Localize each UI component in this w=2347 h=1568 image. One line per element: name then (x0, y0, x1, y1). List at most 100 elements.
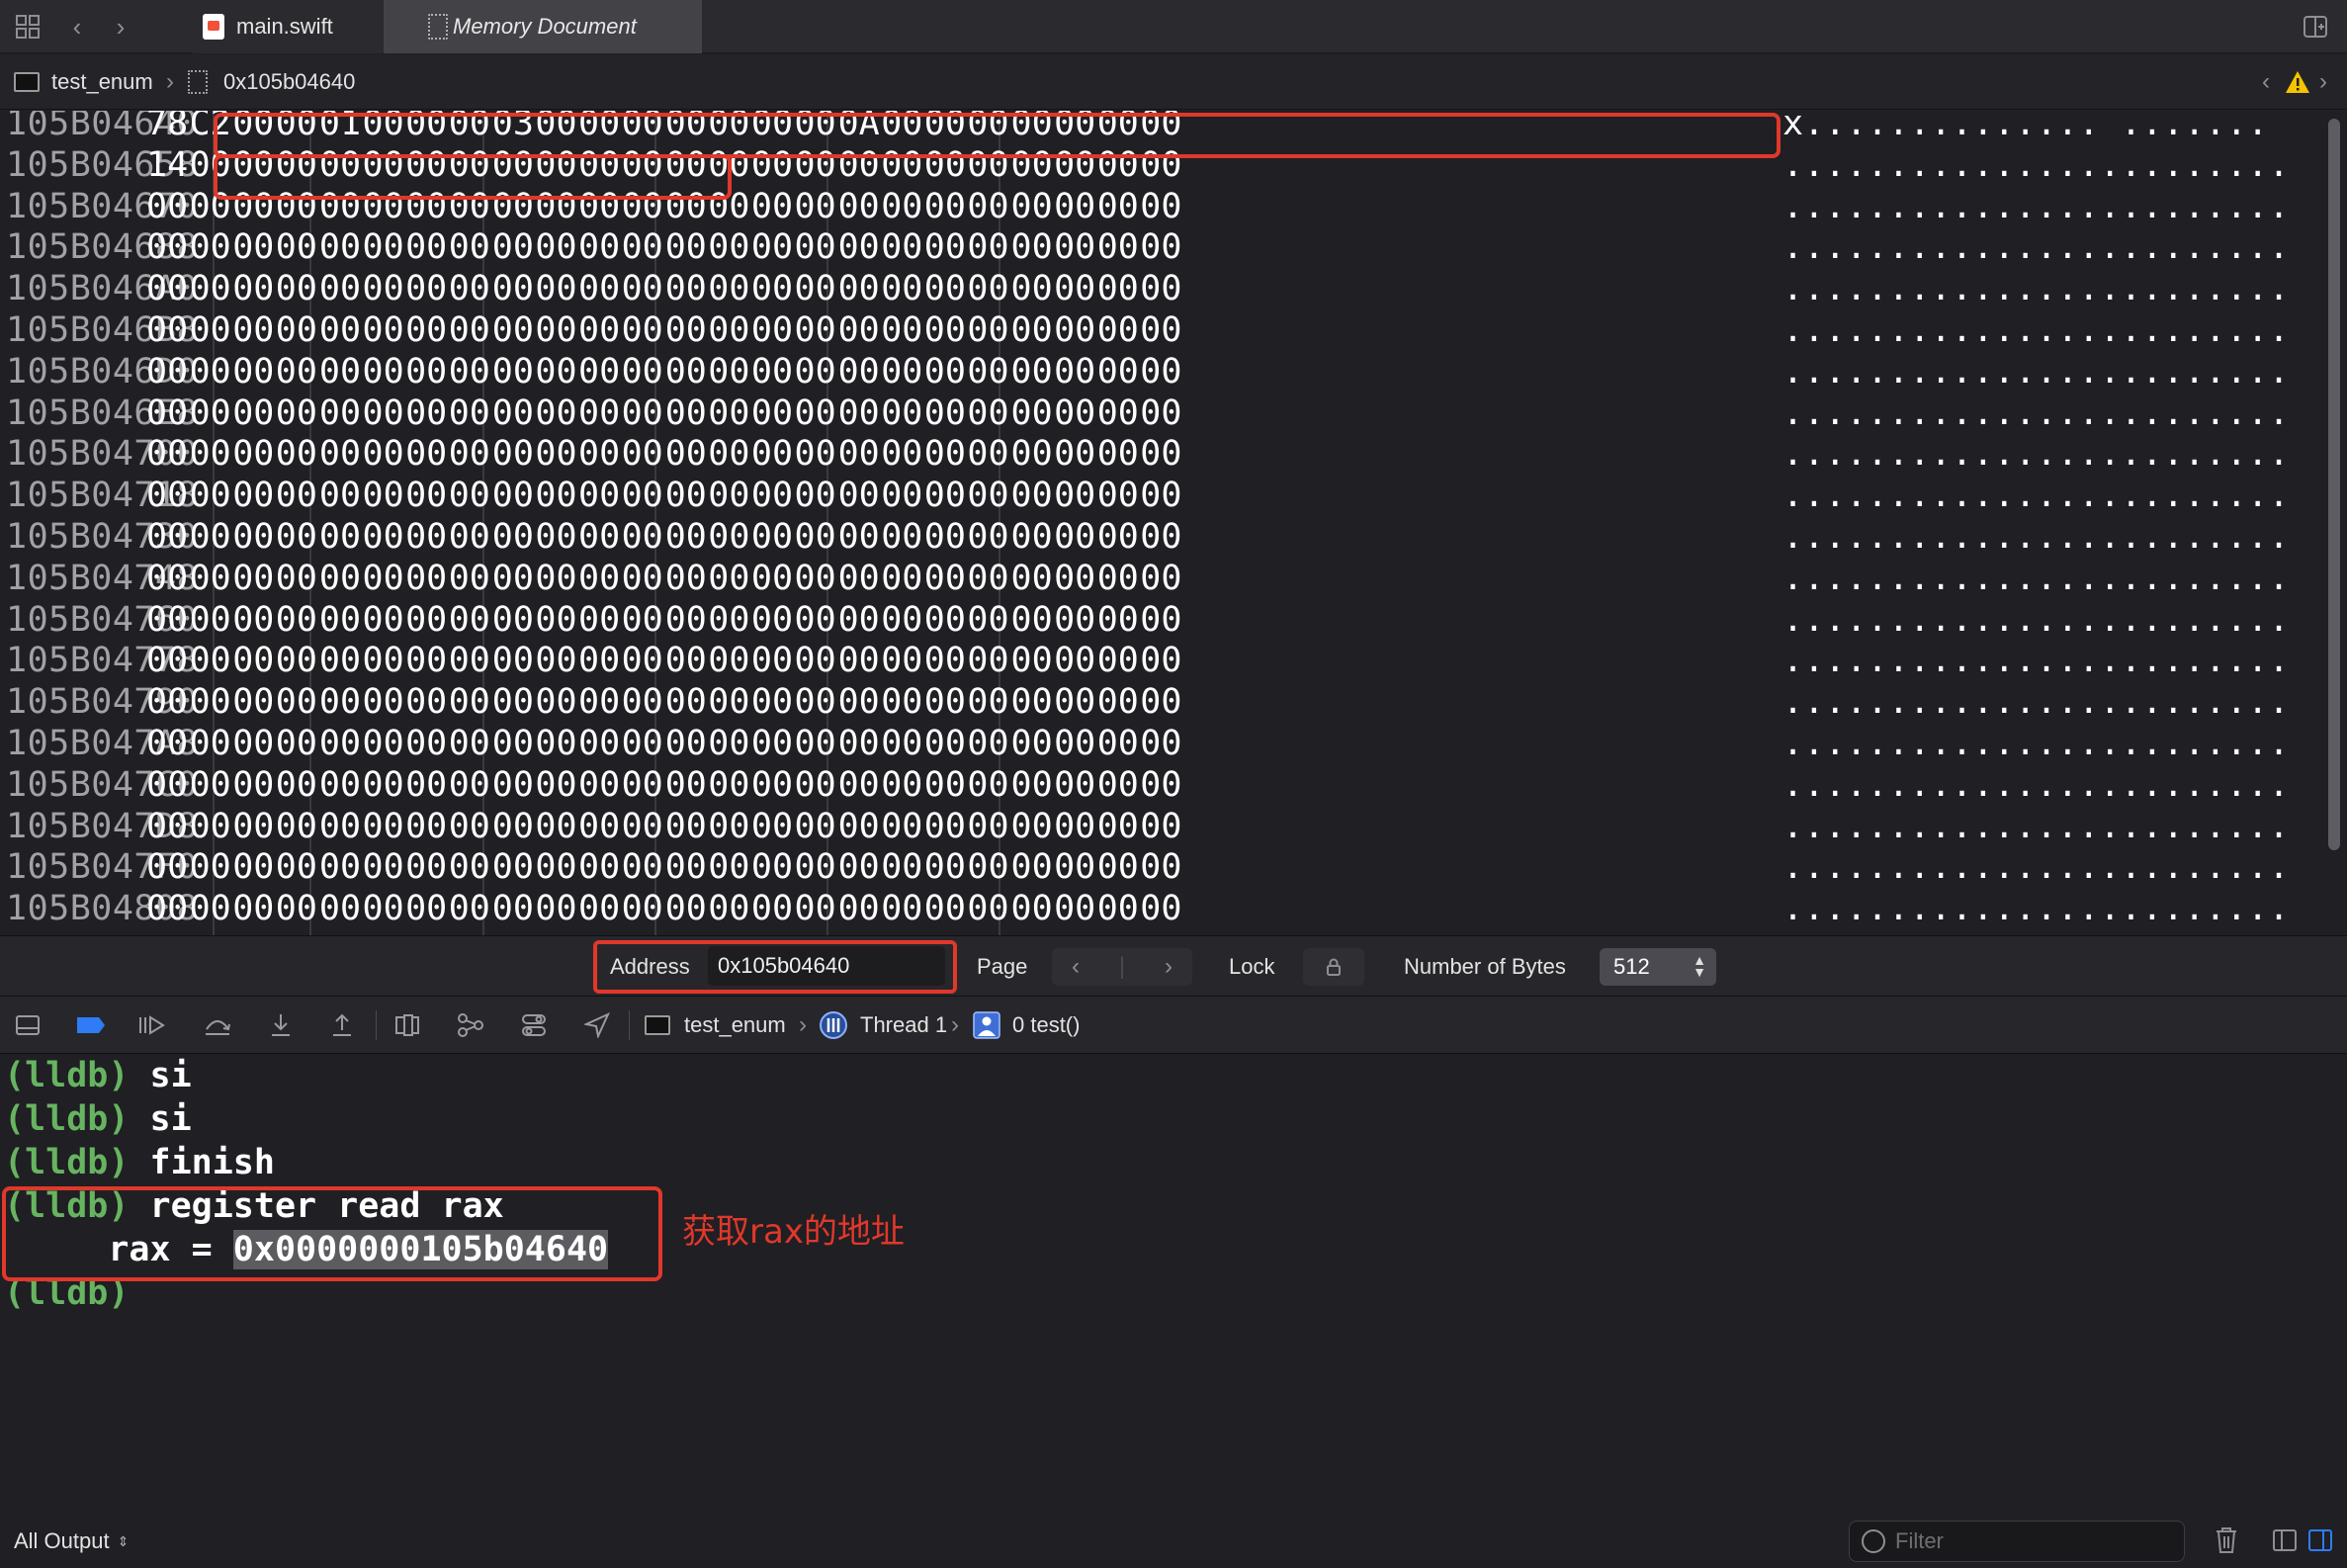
hex-byte[interactable]: 00 (449, 846, 494, 888)
hex-byte[interactable]: 00 (492, 516, 538, 558)
hex-byte[interactable]: 00 (881, 558, 926, 599)
grid-icon[interactable] (8, 0, 47, 53)
hex-byte[interactable]: 00 (795, 226, 840, 268)
hex-byte[interactable]: 00 (795, 186, 840, 227)
hex-byte[interactable]: 00 (838, 888, 884, 929)
hex-byte[interactable]: 00 (190, 516, 235, 558)
hex-byte[interactable]: 00 (492, 226, 538, 268)
hex-byte[interactable]: 78 (146, 111, 192, 144)
hex-byte[interactable]: 00 (405, 599, 451, 641)
hex-byte[interactable]: 00 (1011, 186, 1057, 227)
hex-byte[interactable]: 00 (190, 226, 235, 268)
hex-byte[interactable]: 00 (1140, 764, 1185, 806)
hex-byte[interactable]: 00 (492, 846, 538, 888)
lock-button[interactable] (1303, 948, 1364, 986)
hex-byte[interactable]: 00 (578, 268, 624, 309)
hex-byte[interactable]: 00 (1011, 806, 1057, 847)
hex-byte[interactable]: 00 (319, 723, 365, 764)
hex-row-ascii[interactable]: ........................ (1782, 599, 2290, 641)
hex-byte[interactable]: 00 (276, 681, 321, 723)
hex-byte[interactable]: 00 (449, 888, 494, 929)
hex-row-ascii[interactable]: ........................ (1782, 186, 2290, 227)
step-into-icon[interactable] (261, 997, 301, 1054)
hex-byte[interactable]: 00 (1011, 888, 1057, 929)
hex-byte[interactable]: 00 (665, 806, 711, 847)
hex-byte[interactable]: 00 (1097, 640, 1143, 681)
jump-bar-document[interactable]: 0x105b04640 (188, 54, 355, 110)
hex-byte[interactable]: 00 (1097, 764, 1143, 806)
hex-byte[interactable]: 00 (1054, 392, 1099, 434)
hex-row-ascii[interactable]: ........................ (1782, 268, 2290, 309)
hex-row-ascii[interactable]: ........................ (1782, 640, 2290, 681)
hex-byte[interactable]: 00 (276, 475, 321, 516)
hex-byte[interactable]: 00 (146, 475, 192, 516)
hex-byte[interactable]: 14 (146, 144, 192, 186)
hex-byte[interactable]: 00 (319, 392, 365, 434)
hex-byte[interactable]: 00 (924, 226, 970, 268)
hex-byte[interactable]: 00 (232, 351, 278, 392)
hex-byte[interactable]: 00 (967, 846, 1012, 888)
hex-byte[interactable]: 00 (190, 351, 235, 392)
hex-byte[interactable]: 00 (535, 226, 580, 268)
hex-byte[interactable]: 00 (319, 475, 365, 516)
hex-byte[interactable]: 00 (838, 268, 884, 309)
hex-byte[interactable]: 00 (405, 268, 451, 309)
hex-byte[interactable]: 00 (319, 433, 365, 475)
hex-byte[interactable]: 00 (405, 433, 451, 475)
hex-byte[interactable]: 00 (1054, 433, 1099, 475)
hex-byte[interactable]: 00 (190, 309, 235, 351)
hex-byte[interactable]: 00 (146, 888, 192, 929)
hex-byte[interactable]: 00 (665, 351, 711, 392)
hex-byte[interactable]: 00 (708, 516, 753, 558)
hex-byte[interactable]: 00 (838, 475, 884, 516)
hex-byte[interactable]: 00 (535, 268, 580, 309)
hex-byte[interactable]: 00 (967, 806, 1012, 847)
hex-byte[interactable]: 00 (924, 558, 970, 599)
next-issue-icon[interactable]: › (2319, 54, 2327, 110)
hex-byte[interactable]: 00 (1140, 351, 1185, 392)
hex-byte[interactable]: 00 (751, 599, 797, 641)
memory-graph-icon[interactable] (451, 997, 490, 1054)
hex-byte[interactable]: 00 (967, 268, 1012, 309)
hex-byte[interactable]: 00 (146, 351, 192, 392)
hex-byte[interactable]: 00 (1011, 640, 1057, 681)
hex-byte[interactable]: 00 (1011, 226, 1057, 268)
hex-byte[interactable]: 00 (1097, 723, 1143, 764)
hex-byte[interactable]: 00 (708, 640, 753, 681)
hex-byte[interactable]: 00 (622, 888, 667, 929)
hex-byte[interactable]: 00 (1011, 392, 1057, 434)
hex-byte[interactable]: 00 (535, 723, 580, 764)
hex-byte[interactable]: 00 (319, 888, 365, 929)
hex-byte[interactable]: 00 (146, 268, 192, 309)
hex-byte[interactable]: 00 (319, 226, 365, 268)
hex-byte[interactable]: 00 (622, 558, 667, 599)
hex-byte[interactable]: 00 (535, 681, 580, 723)
hex-byte[interactable]: 00 (838, 309, 884, 351)
hex-byte[interactable]: 00 (967, 226, 1012, 268)
hex-byte[interactable]: 00 (708, 723, 753, 764)
hex-byte[interactable]: 00 (232, 806, 278, 847)
hex-byte[interactable]: 00 (578, 351, 624, 392)
hex-byte[interactable]: 00 (232, 764, 278, 806)
hex-byte[interactable]: 00 (578, 433, 624, 475)
page-previous-icon[interactable]: ‹ (1072, 953, 1080, 981)
hex-byte[interactable]: 00 (967, 392, 1012, 434)
hex-byte[interactable]: 00 (405, 558, 451, 599)
hex-byte[interactable]: 00 (319, 764, 365, 806)
hex-byte[interactable]: 00 (405, 516, 451, 558)
hex-byte[interactable]: 00 (708, 392, 753, 434)
hex-byte[interactable]: 00 (1054, 351, 1099, 392)
hex-row-ascii[interactable]: ........................ (1782, 226, 2290, 268)
hex-byte[interactable]: 00 (708, 226, 753, 268)
hex-byte[interactable]: 00 (190, 268, 235, 309)
warning-icon[interactable] (2284, 54, 2311, 110)
hex-byte[interactable]: 00 (665, 558, 711, 599)
previous-issue-icon[interactable]: ‹ (2262, 54, 2270, 110)
hex-byte[interactable]: 00 (665, 309, 711, 351)
hex-byte[interactable]: 00 (578, 558, 624, 599)
hex-byte[interactable]: 00 (1011, 309, 1057, 351)
hex-byte[interactable]: 00 (1140, 681, 1185, 723)
hex-byte[interactable]: 00 (578, 516, 624, 558)
hex-byte[interactable]: 00 (449, 351, 494, 392)
hex-byte[interactable]: 00 (665, 475, 711, 516)
